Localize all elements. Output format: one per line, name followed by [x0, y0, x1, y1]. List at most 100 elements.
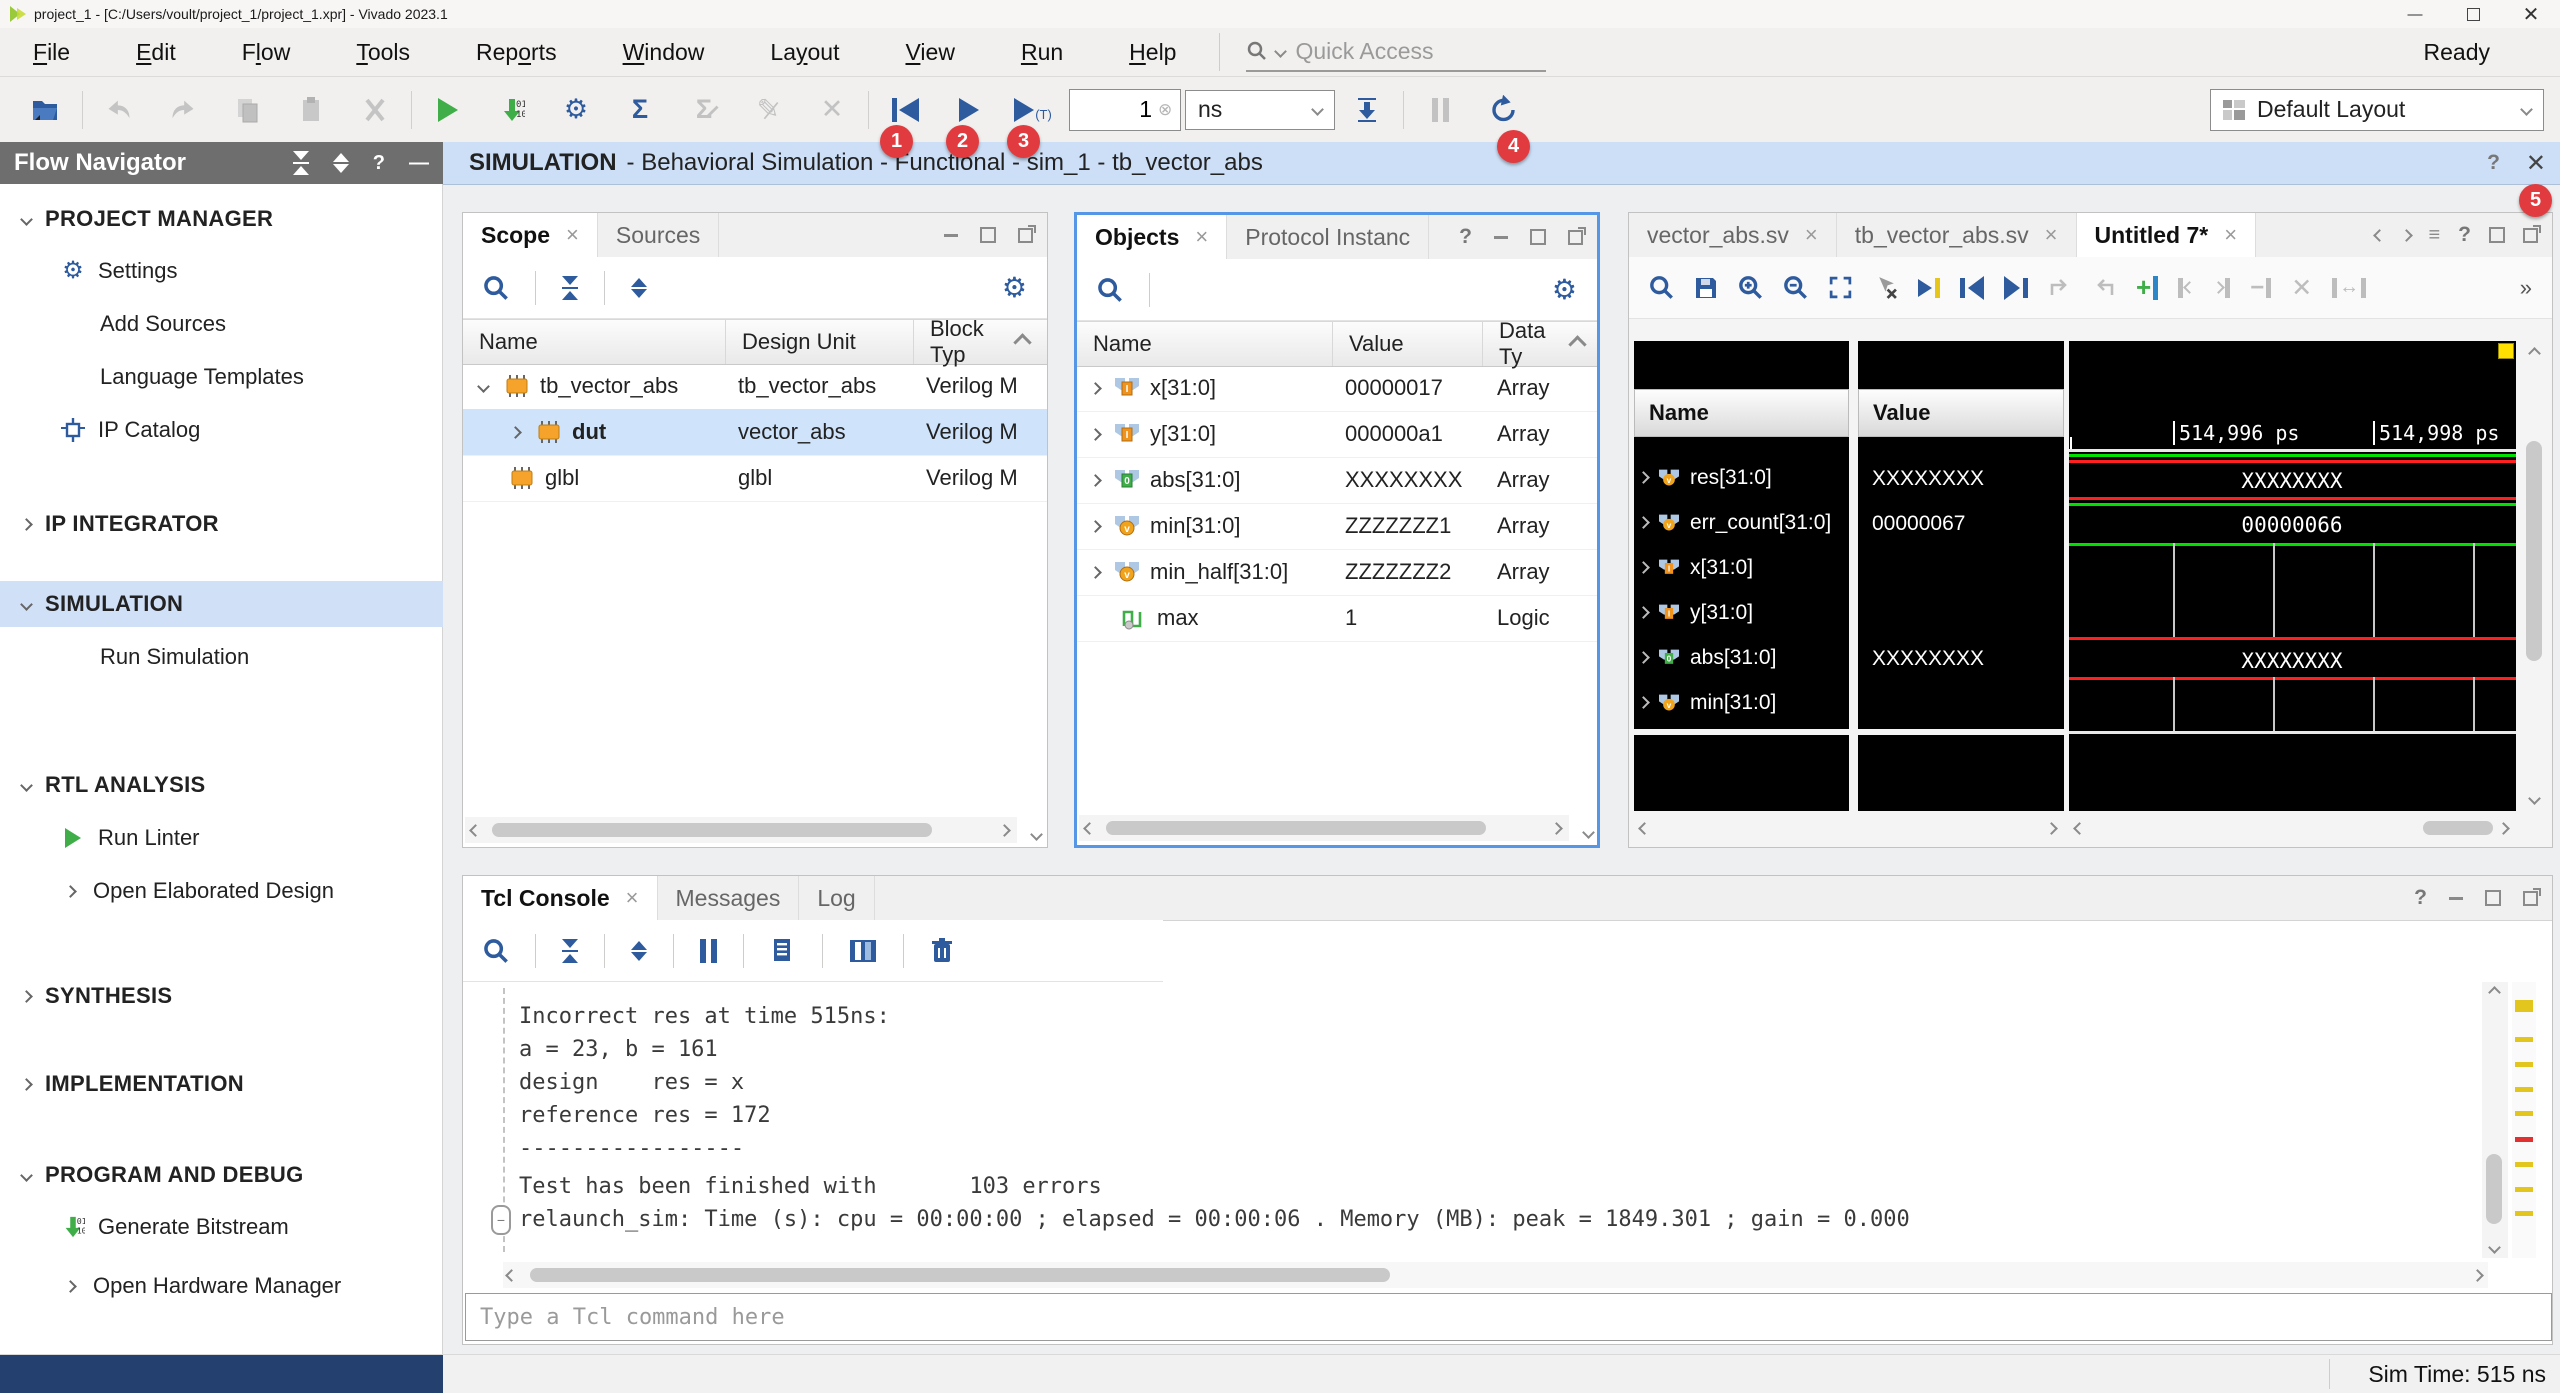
search-icon[interactable] [483, 275, 509, 301]
copy-icon[interactable] [770, 937, 796, 965]
tab-protocol-instances[interactable]: Protocol Instanc [1227, 215, 1429, 259]
quick-access-search[interactable] [1246, 32, 1546, 72]
settings-button[interactable]: ⚙ [544, 86, 608, 134]
runtime-input[interactable] [1070, 95, 1154, 124]
go-to-start-icon[interactable] [1960, 276, 1984, 300]
sidebar-item-implementation[interactable]: IMPLEMENTATION [0, 1061, 443, 1107]
collapse-all-icon[interactable] [562, 939, 578, 963]
gear-icon[interactable]: ⚙ [1552, 276, 1577, 304]
minimize-panel-icon[interactable]: — [409, 152, 429, 175]
zoom-in-icon[interactable] [1738, 275, 1763, 300]
wave-canvas[interactable] [2069, 341, 2516, 811]
sidebar-item-open-elaborated-design[interactable]: Open Elaborated Design [0, 868, 443, 914]
scroll-up-icon[interactable] [2488, 986, 2501, 999]
expand-all-icon[interactable] [333, 153, 349, 173]
tab-objects[interactable]: Objects× [1077, 215, 1227, 259]
help-icon[interactable]: ? [373, 152, 385, 175]
copy-button[interactable] [215, 86, 279, 134]
menu-edit[interactable]: Edit [103, 39, 209, 66]
sidebar-item-rtl-analysis[interactable]: RTL ANALYSIS [0, 762, 443, 808]
wave-marker-flag[interactable] [2498, 343, 2514, 359]
sidebar-item-settings[interactable]: ⚙Settings [0, 248, 443, 294]
warning-mark[interactable] [2515, 1111, 2533, 1116]
close-tab-icon[interactable]: × [2224, 222, 2237, 248]
wave-canvas-horizontal-scrollbar[interactable] [2069, 815, 2516, 841]
close-simulation-icon[interactable]: ✕ [2526, 149, 2546, 178]
collapse-all-icon[interactable] [562, 276, 578, 300]
minimize-window-icon[interactable]: — [2386, 0, 2444, 28]
minimize-panel-icon[interactable] [944, 234, 958, 237]
float-panel-icon[interactable] [1018, 228, 1033, 243]
sidebar-item-language-templates[interactable]: Language Templates [0, 354, 443, 400]
pause-output-icon[interactable] [700, 939, 717, 963]
redo-button[interactable] [151, 86, 215, 134]
error-mark[interactable] [2515, 1137, 2533, 1142]
collapse-all-icon[interactable] [293, 151, 309, 175]
run-button[interactable] [416, 86, 480, 134]
scroll-down-icon[interactable] [1030, 828, 1043, 841]
maximize-panel-icon[interactable] [1530, 229, 1546, 245]
add-marker-icon[interactable]: + [2136, 272, 2158, 303]
remove-cursor-icon[interactable] [1873, 275, 1898, 300]
sidebar-item-generate-bitstream[interactable]: 0110Generate Bitstream [0, 1204, 443, 1250]
object-row[interactable]: I y[31:0] 000000a1 Array [1077, 411, 1597, 458]
chevron-down-icon[interactable] [477, 380, 490, 393]
warning-mark[interactable] [2515, 1037, 2533, 1042]
column-header-value[interactable]: Value [1333, 322, 1483, 366]
scroll-right-icon[interactable] [2471, 1269, 2484, 1282]
scrollbar-thumb[interactable] [492, 823, 932, 837]
chevron-right-icon[interactable] [1089, 566, 1102, 579]
scroll-left-icon[interactable] [1638, 822, 1651, 835]
object-row[interactable]: v min[31:0] ZZZZZZZ1 Array [1077, 503, 1597, 550]
wave-signal-name[interactable]: Ix[31:0] [1639, 545, 1838, 590]
search-icon[interactable] [1097, 277, 1123, 303]
wave-signal-name[interactable]: 0abs[31:0] [1639, 635, 1838, 680]
maximize-panel-icon[interactable] [2489, 227, 2505, 243]
expand-all-icon[interactable] [631, 941, 647, 961]
maximize-panel-icon[interactable] [980, 227, 996, 243]
tcl-command-input[interactable] [466, 1304, 2551, 1331]
tab-vector-abs-sv[interactable]: vector_abs.sv× [1629, 213, 1837, 257]
save-icon[interactable] [1694, 276, 1718, 300]
object-row[interactable]: max 1 Logic [1077, 595, 1597, 642]
prompt-fold-icon[interactable]: − [491, 1205, 511, 1235]
columns-icon[interactable] [849, 938, 877, 964]
minimize-panel-icon[interactable] [2449, 897, 2463, 900]
tab-tb-vector-abs-sv[interactable]: tb_vector_abs.sv× [1837, 213, 2077, 257]
scroll-left-icon[interactable] [505, 1269, 518, 1282]
scope-horizontal-scrollbar[interactable] [465, 817, 1017, 843]
trash-icon[interactable] [930, 937, 954, 964]
wave-column-header-name[interactable]: Name [1634, 389, 1849, 437]
restore-window-icon[interactable] [2444, 0, 2502, 28]
close-window-icon[interactable]: ✕ [2502, 0, 2560, 28]
sidebar-item-run-linter[interactable]: Run Linter [0, 815, 443, 861]
scrollbar-thumb[interactable] [530, 1268, 1390, 1282]
sidebar-item-add-sources[interactable]: Add Sources [0, 301, 443, 347]
tab-scope[interactable]: Scope× [463, 213, 598, 257]
chevron-right-icon[interactable] [1089, 520, 1102, 533]
warning-mark[interactable] [2515, 1062, 2533, 1067]
run-for-time-button[interactable]: (T) [1001, 86, 1065, 134]
column-header-data-type[interactable]: Data Ty [1483, 322, 1571, 366]
console-output[interactable]: Incorrect res at time 515ns: a = 23, b =… [463, 982, 2491, 1258]
scope-row-glbl[interactable]: glbl glbl Verilog M [463, 455, 1047, 502]
column-header-design-unit[interactable]: Design Unit [726, 320, 914, 364]
chevron-right-icon[interactable] [509, 426, 522, 439]
help-icon[interactable]: ? [2487, 151, 2500, 175]
close-tab-icon[interactable]: × [566, 222, 579, 248]
tab-list-icon[interactable]: ≡ [2429, 224, 2441, 247]
menu-window[interactable]: Window [590, 39, 738, 66]
scroll-right-icon[interactable] [2045, 822, 2058, 835]
step-button[interactable] [1335, 86, 1399, 134]
object-row[interactable]: I x[31:0] 00000017 Array [1077, 365, 1597, 412]
zoom-out-icon[interactable] [1783, 275, 1808, 300]
objects-horizontal-scrollbar[interactable] [1079, 815, 1569, 841]
float-panel-icon[interactable] [2523, 891, 2538, 906]
maximize-panel-icon[interactable] [2485, 890, 2501, 906]
chevron-right-icon[interactable] [1089, 382, 1102, 395]
open-project-button[interactable] [14, 86, 78, 134]
zoom-fit-icon[interactable] [1828, 275, 1853, 300]
sidebar-item-synthesis[interactable]: SYNTHESIS [0, 973, 443, 1019]
scope-row-dut[interactable]: dut vector_abs Verilog M [463, 409, 1047, 456]
console-vertical-scrollbar[interactable] [2482, 982, 2508, 1258]
